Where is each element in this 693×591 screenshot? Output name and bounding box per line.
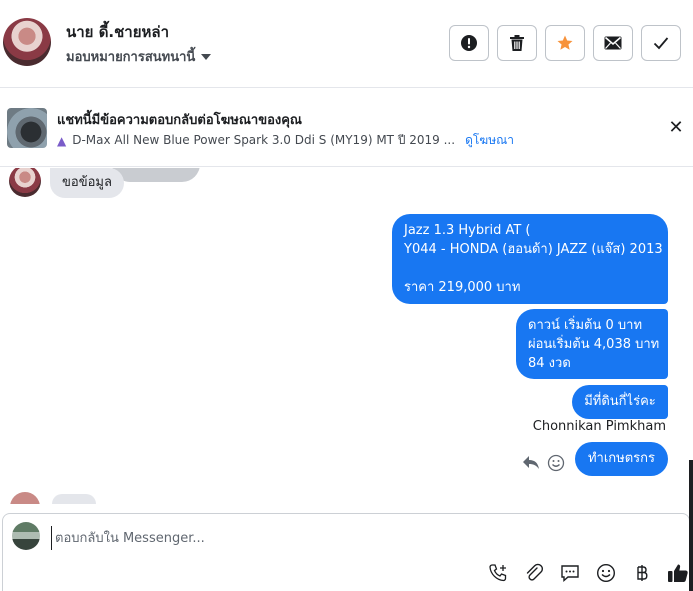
contact-avatar-small	[10, 492, 40, 504]
phone-plus-icon	[489, 564, 507, 582]
exclamation-icon	[461, 35, 477, 51]
conversation-header: นาย ดี้.ชายหล่า มอบหมายการสนทนานี้	[0, 0, 693, 88]
reply-icon[interactable]	[521, 454, 541, 472]
message-thread[interactable]: ขอข้อมูล Jazz 1.3 Hybrid AT ( Y044 - HON…	[0, 168, 693, 504]
car-icon: ▲	[57, 133, 67, 148]
ad-banner-title: แชทนี้มีข้อความตอบกลับต่อโฆษณาของคุณ	[57, 113, 302, 128]
scrollbar[interactable]	[689, 460, 693, 591]
assign-conversation-dropdown[interactable]: มอบหมายการสนทนานี้	[66, 46, 212, 67]
like-button[interactable]	[667, 562, 689, 584]
saved-replies-button[interactable]	[559, 562, 581, 584]
contact-avatar-small	[9, 168, 41, 197]
add-call-button[interactable]	[487, 562, 509, 584]
emoji-reaction-icon[interactable]	[547, 454, 565, 472]
outgoing-message[interactable]: ดาวน์ เริ่มต้น 0 บาท ผ่อนเริ่มต้น 4,038 …	[516, 309, 668, 379]
envelope-icon	[604, 36, 622, 50]
ad-name: D-Max All New Blue Power Spark 3.0 Ddi S…	[72, 133, 456, 147]
caret-down-icon	[201, 53, 212, 60]
outgoing-message[interactable]: มีที่ดินกี่ไร่คะ	[572, 385, 668, 419]
chat-bubble-icon	[561, 565, 579, 583]
emoji-button[interactable]	[595, 562, 617, 584]
delete-button[interactable]	[497, 25, 537, 61]
baht-icon	[637, 565, 648, 581]
message-actions	[521, 454, 565, 472]
view-ad-link[interactable]: ดูโฆษณา	[465, 131, 514, 150]
trash-icon	[510, 35, 524, 51]
reply-input[interactable]	[51, 526, 651, 550]
contact-name[interactable]: นาย ดี้.ชายหล่า	[66, 20, 169, 44]
check-icon	[653, 37, 669, 50]
paperclip-icon	[526, 563, 544, 581]
page-avatar	[12, 522, 40, 550]
incoming-message[interactable]: ขอข้อมูล	[50, 168, 124, 198]
ad-thumbnail[interactable]	[7, 108, 47, 148]
previous-message-fragment	[112, 168, 200, 182]
ad-reply-banner: แชทนี้มีข้อความตอบกลับต่อโฆษณาของคุณ ▲ D…	[0, 89, 693, 167]
close-icon[interactable]: ✕	[667, 119, 685, 137]
payment-button[interactable]	[631, 562, 653, 584]
ad-details: ▲ D-Max All New Blue Power Spark 3.0 Ddi…	[57, 131, 514, 150]
star-button[interactable]	[545, 25, 585, 61]
mark-unread-button[interactable]	[593, 25, 633, 61]
contact-avatar[interactable]	[3, 18, 51, 66]
assign-label: มอบหมายการสนทนานี้	[66, 50, 196, 65]
star-icon	[557, 35, 573, 50]
sender-name: Chonnikan Pimkham	[532, 419, 666, 434]
outgoing-message[interactable]: ทำเกษตรกร	[575, 442, 668, 476]
outgoing-message[interactable]: Jazz 1.3 Hybrid AT ( Y044 - HONDA (ฮอนด้…	[392, 214, 668, 304]
smiley-icon	[596, 563, 616, 583]
attach-file-button[interactable]	[523, 562, 545, 584]
next-message-fragment	[52, 494, 96, 504]
reply-composer	[2, 513, 690, 591]
thumbs-up-icon	[668, 564, 688, 582]
mark-spam-button[interactable]	[449, 25, 489, 61]
mark-done-button[interactable]	[641, 25, 681, 61]
composer-toolbar	[3, 562, 691, 586]
